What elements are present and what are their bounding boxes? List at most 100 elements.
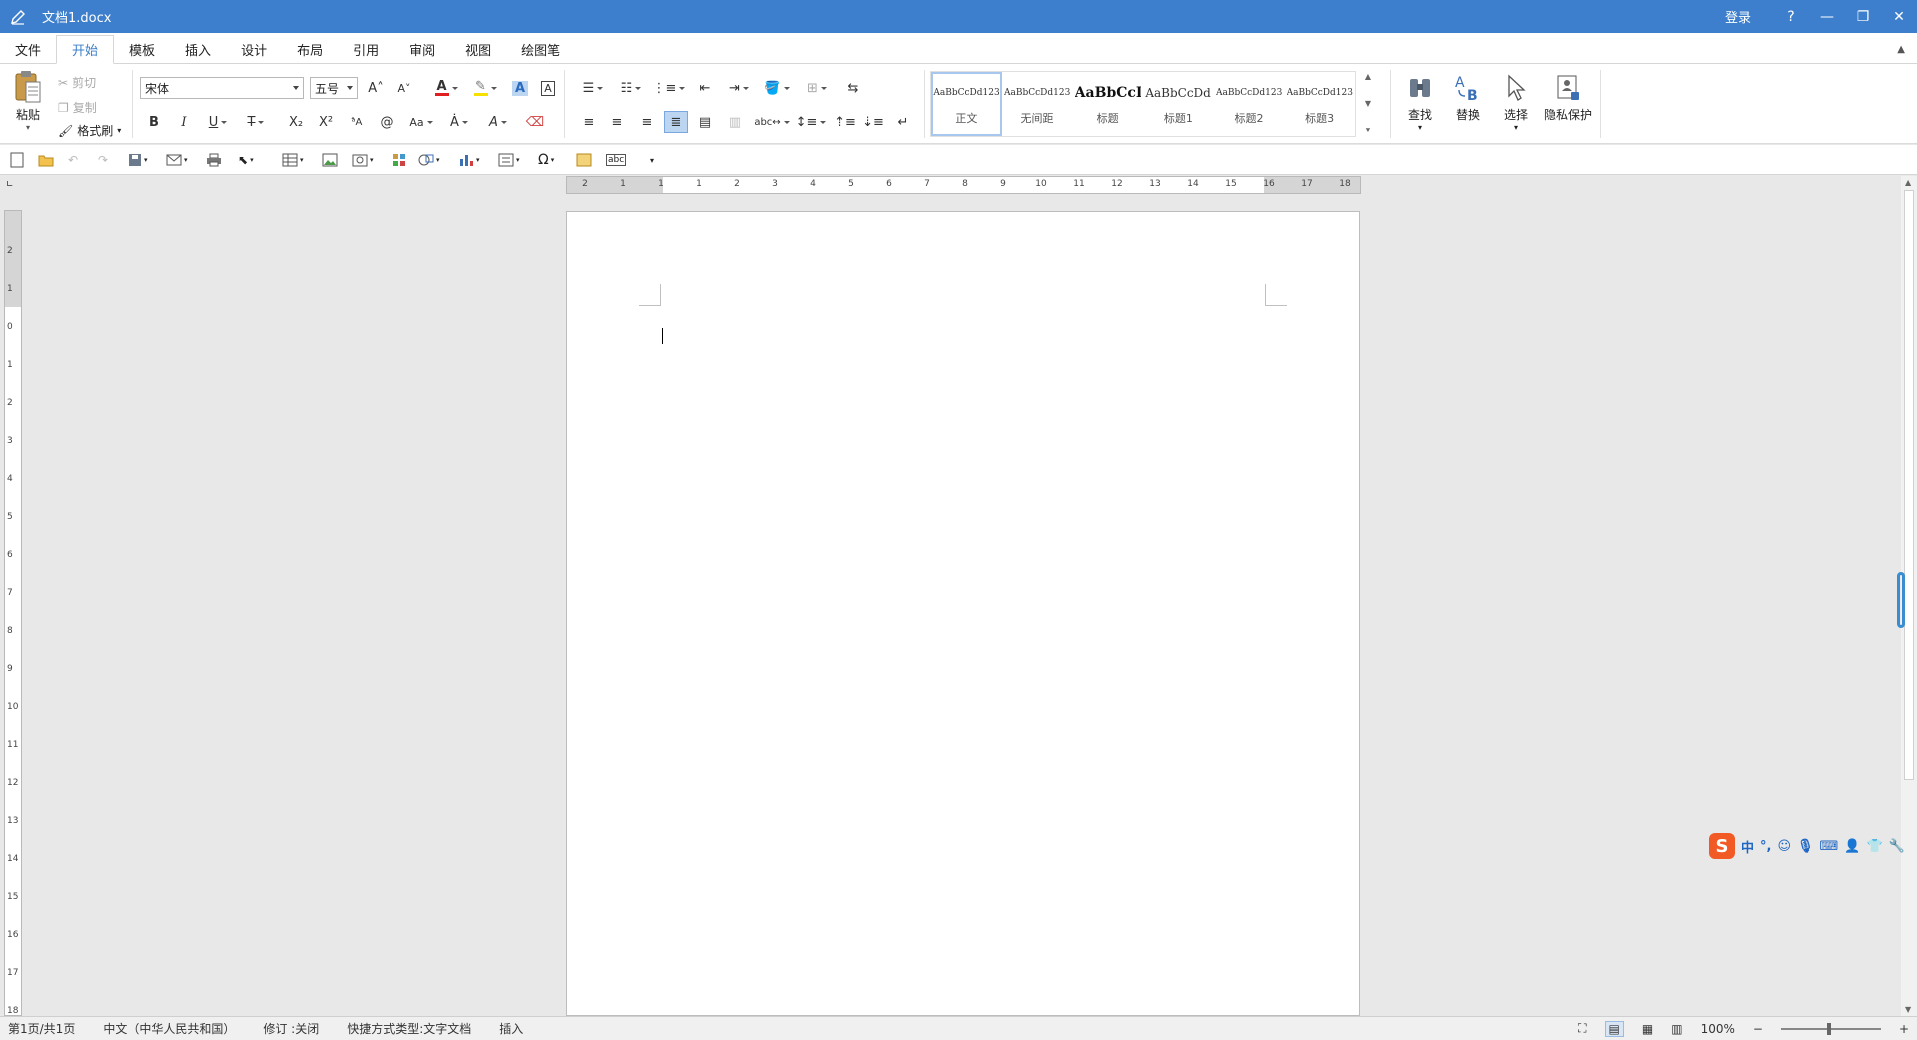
style-heading2[interactable]: AaBbCcDd123 标题2 <box>1214 72 1285 136</box>
text-effect-button[interactable]: A <box>510 77 530 99</box>
wrench-icon[interactable]: 🔧 <box>1889 839 1905 854</box>
text-direction-button[interactable]: ⇆ <box>842 77 864 99</box>
scrollbar-thumb[interactable] <box>1904 190 1914 780</box>
phonetic-guide-button[interactable]: ᵃ̂A <box>346 111 368 133</box>
style-title[interactable]: AaBbCcI 标题 <box>1072 72 1143 136</box>
textbox-icon[interactable]: ▾ <box>498 152 520 168</box>
zoom-slider[interactable] <box>1780 1022 1881 1035</box>
format-painter-button[interactable]: 🖌 格式刷 ▾ <box>58 122 121 139</box>
scroll-down-arrow-icon[interactable]: ▼ <box>1905 1005 1911 1014</box>
font-size-select[interactable]: 五号 <box>310 77 358 99</box>
customize-toolbar-icon[interactable]: ▾ <box>650 152 654 168</box>
privacy-button[interactable]: 隐私保护 <box>1540 72 1596 123</box>
borders-button[interactable]: ⊞ <box>802 77 832 99</box>
paste-button[interactable]: 粘贴 ▾ <box>10 70 46 132</box>
chart-icon[interactable]: ▾ <box>458 152 480 168</box>
copy-button[interactable]: ❐ 复制 <box>58 99 97 116</box>
language-indicator[interactable]: 中文（中华人民共和国） <box>103 1020 235 1037</box>
cut-button[interactable]: ✂ 剪切 <box>58 74 96 91</box>
tab-insert[interactable]: 插入 <box>170 35 226 63</box>
zoom-level[interactable]: 100% <box>1701 1022 1735 1036</box>
save-icon[interactable]: ▾ <box>128 152 148 168</box>
multilevel-list-button[interactable]: ⋮≡ <box>653 77 686 99</box>
column-button[interactable]: ▥ <box>724 111 746 133</box>
line-spacing-button[interactable]: ↕≡ <box>796 111 827 133</box>
ime-language-toggle[interactable]: 中 <box>1741 837 1754 856</box>
redo-icon[interactable]: ↷ <box>98 152 108 168</box>
text-outline-button[interactable]: A <box>484 111 512 133</box>
tab-home[interactable]: 开始 <box>56 35 115 64</box>
spelling-icon[interactable]: abc <box>606 152 627 168</box>
align-center-button[interactable]: ≡ <box>606 111 628 133</box>
numbering-button[interactable]: ☷ <box>616 77 646 99</box>
track-changes-status[interactable]: 修订 :关闭 <box>263 1020 319 1037</box>
focus-mode-icon[interactable]: ⛶ <box>1578 1021 1586 1036</box>
sogou-logo-icon[interactable]: S <box>1709 833 1735 859</box>
tab-template[interactable]: 模板 <box>114 35 170 63</box>
tab-file[interactable]: 文件 <box>0 35 56 63</box>
select-objects-icon[interactable]: ⬉ ▾ <box>238 152 254 168</box>
read-mode-view-icon[interactable]: ▥ <box>1671 1022 1682 1036</box>
bullets-button[interactable]: ☰ <box>578 77 608 99</box>
scroll-down-icon[interactable]: ▼ <box>1365 99 1371 108</box>
tab-view[interactable]: 视图 <box>450 35 506 63</box>
bold-button[interactable]: B <box>144 111 164 133</box>
picture-icon[interactable] <box>322 152 338 168</box>
undo-icon[interactable]: ↶ <box>68 152 78 168</box>
shading-button[interactable]: 🪣 <box>762 77 792 99</box>
zoom-slider-knob[interactable] <box>1826 1022 1831 1035</box>
shapes-icon[interactable]: ▾ <box>418 152 440 168</box>
style-normal[interactable]: AaBbCcDd123 正文 <box>931 72 1002 136</box>
highlight-button[interactable]: ✎ <box>470 77 500 99</box>
underline-button[interactable]: U <box>204 111 232 133</box>
justify-button[interactable]: ≣ <box>664 111 688 133</box>
collapse-ribbon-icon[interactable]: ▲ <box>1897 44 1905 55</box>
scroll-up-arrow-icon[interactable]: ▲ <box>1905 178 1911 187</box>
email-icon[interactable]: ▾ <box>166 152 188 168</box>
paragraph-mark-button[interactable]: ↵ <box>892 111 914 133</box>
replace-button[interactable]: AB 替换 <box>1442 72 1494 123</box>
document-page[interactable] <box>566 211 1360 1016</box>
style-heading3[interactable]: AaBbCcDd123 标题3 <box>1284 72 1355 136</box>
style-no-spacing[interactable]: AaBbCcDd123 无间距 <box>1002 72 1073 136</box>
tab-layout[interactable]: 布局 <box>282 35 338 63</box>
select-button[interactable]: 选择 ▾ <box>1490 72 1542 132</box>
tab-draw[interactable]: 绘图笔 <box>506 35 575 63</box>
print-icon[interactable] <box>206 152 222 168</box>
subscript-button[interactable]: X₂ <box>284 111 308 133</box>
close-button[interactable]: ✕ <box>1881 0 1917 33</box>
font-name-select[interactable]: 宋体 <box>140 77 304 99</box>
char-spacing-button[interactable]: Ȧ <box>446 111 472 133</box>
decrease-indent-button[interactable]: ⇤ <box>694 77 716 99</box>
grow-font-button[interactable]: A˄ <box>366 77 386 99</box>
emoji-icon[interactable]: ☺ <box>1777 839 1791 854</box>
change-case-button[interactable]: Aa <box>406 111 436 133</box>
table-icon[interactable]: ▾ <box>282 152 304 168</box>
char-border-button[interactable]: A <box>538 77 558 99</box>
print-layout-view-icon[interactable]: ▤ <box>1604 1020 1624 1037</box>
enclose-char-button[interactable]: @ <box>376 111 398 133</box>
align-left-button[interactable]: ≡ <box>578 111 600 133</box>
screenshot-icon[interactable]: ▾ <box>352 152 374 168</box>
space-before-button[interactable]: ⇡≡ <box>834 111 856 133</box>
smartart-icon[interactable] <box>392 152 406 168</box>
shrink-font-button[interactable]: A˅ <box>394 77 414 99</box>
tab-review[interactable]: 审阅 <box>394 35 450 63</box>
insert-mode-status[interactable]: 插入 <box>499 1020 523 1037</box>
scroll-up-icon[interactable]: ▲ <box>1365 72 1371 81</box>
style-heading1[interactable]: AaBbCcDd1 标题1 <box>1143 72 1214 136</box>
increase-indent-button[interactable]: ⇥ <box>724 77 754 99</box>
font-color-button[interactable]: A <box>432 77 460 99</box>
new-document-icon[interactable] <box>10 152 24 168</box>
superscript-button[interactable]: X² <box>314 111 338 133</box>
tab-references[interactable]: 引用 <box>338 35 394 63</box>
tab-design[interactable]: 设计 <box>226 35 282 63</box>
space-after-button[interactable]: ⇣≡ <box>862 111 884 133</box>
microphone-icon[interactable]: 🎙 <box>1797 839 1814 854</box>
style-gallery-scroll[interactable]: ▲ ▼ ⯆ <box>1362 72 1374 136</box>
horizontal-ruler[interactable]: 2 1 1 1 2 3 4 5 6 7 8 9 10 11 12 13 14 15 16 17 18 <box>566 176 1361 194</box>
expand-gallery-icon[interactable]: ⯆ <box>1365 126 1371 136</box>
clear-format-button[interactable]: ⌫ <box>524 111 546 133</box>
italic-button[interactable]: I <box>174 111 194 133</box>
vertical-scrollbar[interactable]: ▲ ▼ <box>1897 176 1917 1016</box>
